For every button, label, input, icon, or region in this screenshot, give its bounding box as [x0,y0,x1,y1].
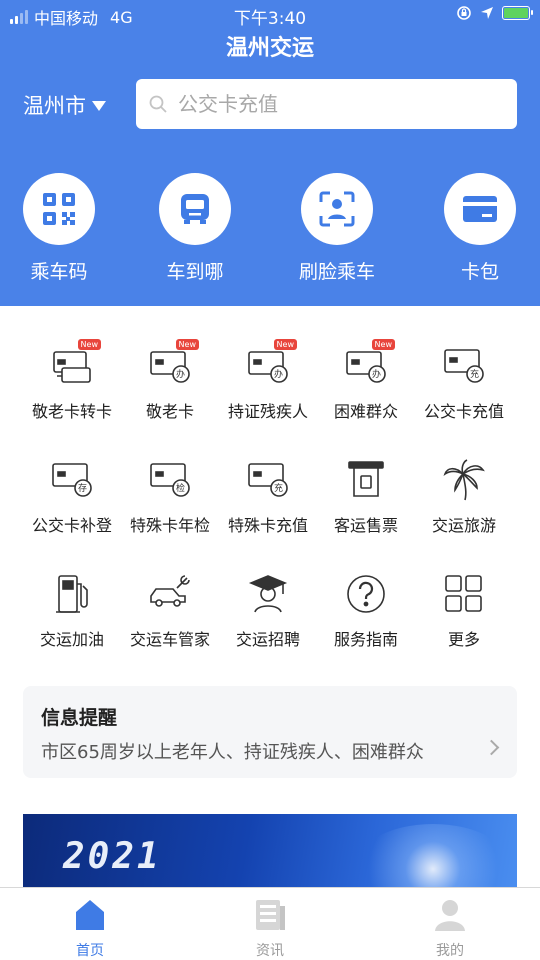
service-label: 公交卡充值 [423,402,504,421]
service-guide[interactable]: 服务指南 [316,572,416,650]
fuel-pump-icon [56,575,88,613]
service-label: 交运加油 [39,630,104,649]
tab-news[interactable]: 资讯 [210,896,330,960]
help-icon [347,575,385,613]
service-car-butler[interactable]: 交运车管家 [120,572,220,650]
bus-icon [181,194,209,224]
service-label: 困难群众 [333,402,398,421]
quick-action-label: 车到哪 [166,261,224,283]
caret-down-icon [92,101,106,111]
service-label: 交运车管家 [129,630,210,649]
battery-icon [502,6,533,20]
quick-action-bus-tracker[interactable]: 车到哪 [135,173,255,284]
new-badge: New [273,339,297,350]
service-label: 客运售票 [333,516,398,535]
face-scan-icon [319,191,355,227]
banner-glow [353,824,513,894]
service-label: 特殊卡充值 [227,516,308,535]
service-label: 公交卡补登 [31,516,112,535]
qr-code-icon [43,193,75,225]
service-card-reregister[interactable]: 存 公交卡补登 [22,458,122,536]
recharge-mark: 充 [274,484,284,494]
city-selector[interactable]: 温州市 [23,90,106,120]
ticket-icon [348,461,384,497]
service-special-card-inspection[interactable]: 检 特殊卡年检 [120,458,220,536]
banner-year: 2021 [63,836,162,877]
notice-title: 信息提醒 [41,707,118,729]
card-transfer-icon [53,351,91,383]
service-label: 敬老卡 [145,402,194,421]
location-icon [481,7,493,19]
tab-label: 资讯 [256,943,284,959]
service-label: 敬老卡转卡 [31,402,112,421]
card-recharge-icon [248,463,288,497]
card-recharge-icon [444,349,484,383]
service-travel[interactable]: 交运旅游 [414,458,514,536]
notice-card[interactable]: 信息提醒 市区65周岁以上老年人、持证残疾人、困难群众 [23,686,517,778]
grid-icon [445,575,482,612]
inspect-mark: 检 [176,484,186,494]
tab-label: 我的 [436,943,464,959]
tab-profile[interactable]: 我的 [390,896,510,960]
home-icon [76,900,104,930]
promo-banner[interactable]: 2021 [23,814,517,894]
quick-action-label: 卡包 [460,261,499,283]
app-title: 温州交运 [225,36,314,61]
new-badge: New [175,339,199,350]
service-special-card-recharge[interactable]: 充 特殊卡充值 [218,458,318,536]
service-fuel[interactable]: 交运加油 [22,572,122,650]
tab-home[interactable]: 首页 [30,896,150,960]
new-badge: New [371,339,395,350]
quick-action-ride-code[interactable]: 乘车码 [0,173,119,284]
service-label: 更多 [447,630,480,649]
card-apply-icon [346,351,386,383]
quick-action-face-ride[interactable]: 刷脸乘车 [277,173,397,284]
service-label: 交运招聘 [235,630,300,649]
car-wrench-icon [150,575,190,607]
deposit-mark: 存 [78,484,88,494]
service-hardship-card[interactable]: New 办 困难群众 [316,339,416,422]
quick-action-card-wallet[interactable]: 卡包 [420,173,540,284]
rotation-lock-icon [457,6,471,20]
quick-action-label: 乘车码 [30,261,88,283]
apply-mark: 办 [176,370,186,380]
card-wallet-icon [463,196,497,222]
search-icon [149,95,167,113]
card-apply-icon [150,351,190,383]
service-label: 持证残疾人 [227,402,308,421]
recharge-mark: 充 [470,370,480,380]
palm-tree-icon [443,459,485,501]
apply-mark: 办 [372,370,382,380]
user-icon [435,900,465,931]
graduate-icon [248,575,288,613]
news-icon [256,900,285,930]
city-label: 温州市 [23,94,86,118]
service-senior-card[interactable]: New 办 敬老卡 [120,339,220,422]
service-coach-tickets[interactable]: 客运售票 [316,458,416,536]
notice-text: 市区65周岁以上老年人、持证残疾人、困难群众 [41,742,424,763]
service-recruitment[interactable]: 交运招聘 [218,572,318,650]
service-more[interactable]: 更多 [414,572,514,650]
apply-mark: 办 [274,370,284,380]
service-label: 交运旅游 [431,516,496,535]
tab-label: 首页 [76,943,104,959]
service-card-recharge[interactable]: 充 公交卡充值 [414,344,514,422]
search-box[interactable] [136,79,517,129]
search-input[interactable] [178,92,498,116]
service-senior-card-transfer[interactable]: New 敬老卡转卡 [22,339,122,422]
card-deposit-icon [52,463,92,497]
service-label: 服务指南 [333,630,398,649]
card-inspect-icon [150,463,190,497]
tab-bar: 首页 资讯 我的 [0,887,540,960]
service-disabled-card[interactable]: New 办 持证残疾人 [218,339,318,422]
service-label: 特殊卡年检 [129,516,210,535]
new-badge: New [77,339,101,350]
status-bar: 中国移动 4G 下午3:40 [0,0,540,30]
chevron-right-icon [483,739,500,756]
card-apply-icon [248,351,288,383]
quick-action-label: 刷脸乘车 [298,261,375,283]
